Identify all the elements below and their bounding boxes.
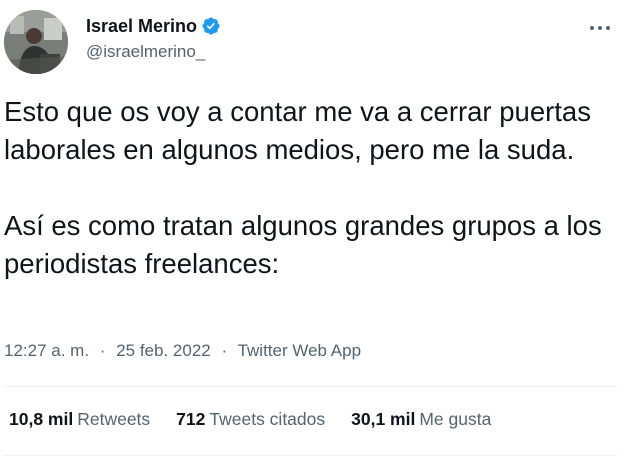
tweet: Israel Merino @israelmerino_ Esto que os… bbox=[0, 0, 626, 462]
more-options-icon bbox=[590, 26, 610, 30]
likes-label: Me gusta bbox=[419, 409, 492, 429]
user-handle[interactable]: @israelmerino_ bbox=[86, 42, 221, 62]
profile-photo-icon bbox=[4, 10, 68, 74]
tweet-time[interactable]: 12:27 a. m. bbox=[4, 341, 89, 360]
meta-separator: · bbox=[221, 341, 228, 360]
quotes-label: Tweets citados bbox=[209, 409, 326, 429]
retweets-stat[interactable]: 10,8 mil Retweets bbox=[9, 409, 150, 430]
more-options-button[interactable] bbox=[586, 18, 614, 38]
tweet-text: Esto que os voy a contar me va a cerrar … bbox=[4, 93, 616, 283]
tweet-paragraph: Así es como tratan algunos grandes grupo… bbox=[4, 210, 602, 279]
divider bbox=[4, 455, 618, 456]
tweet-paragraph: Esto que os voy a contar me va a cerrar … bbox=[4, 96, 591, 165]
likes-count: 30,1 mil bbox=[351, 409, 416, 429]
avatar[interactable] bbox=[4, 10, 68, 74]
likes-stat[interactable]: 30,1 mil Me gusta bbox=[351, 409, 491, 430]
retweets-count: 10,8 mil bbox=[9, 409, 74, 429]
tweet-date[interactable]: 25 feb. 2022 bbox=[116, 341, 211, 360]
divider bbox=[4, 386, 618, 387]
retweets-label: Retweets bbox=[77, 409, 151, 429]
meta-separator: · bbox=[99, 341, 106, 360]
author-names: Israel Merino @israelmerino_ bbox=[86, 15, 221, 62]
quotes-stat[interactable]: 712 Tweets citados bbox=[176, 409, 325, 430]
tweet-stats: 10,8 mil Retweets 712 Tweets citados 30,1 … bbox=[9, 409, 517, 430]
display-name-row: Israel Merino bbox=[86, 15, 221, 37]
display-name[interactable]: Israel Merino bbox=[86, 16, 197, 37]
tweet-header: Israel Merino @israelmerino_ bbox=[4, 6, 618, 74]
tweet-metadata: 12:27 a. m. · 25 feb. 2022 · Twitter Web… bbox=[4, 341, 361, 361]
verified-badge-icon bbox=[201, 16, 221, 36]
quotes-count: 712 bbox=[176, 409, 206, 429]
tweet-source: Twitter Web App bbox=[237, 341, 362, 360]
